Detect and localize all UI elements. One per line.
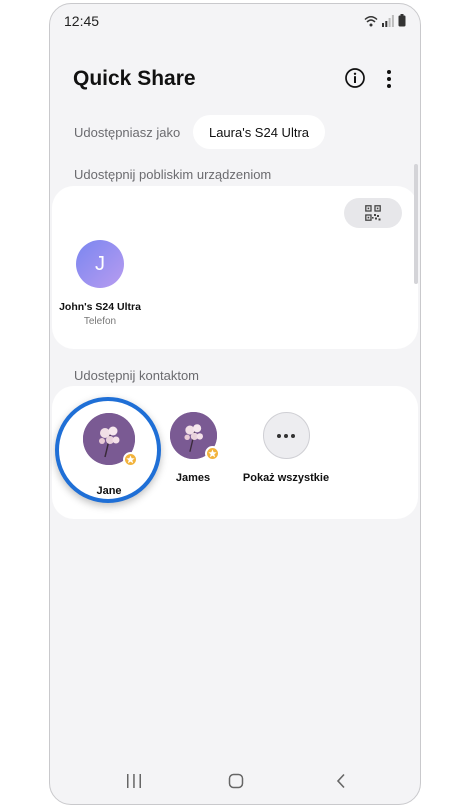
- share-as-label: Udostępniasz jako: [74, 125, 181, 140]
- back-icon[interactable]: [335, 773, 347, 789]
- star-icon: [207, 449, 217, 458]
- home-icon[interactable]: [228, 773, 244, 789]
- contact-jane[interactable]: Jane: [82, 413, 138, 497]
- contact-name: James: [175, 472, 211, 484]
- recent-apps-icon[interactable]: [126, 773, 142, 789]
- nearby-device-type: Telefon: [83, 316, 117, 327]
- contact-james[interactable]: James: [168, 412, 220, 484]
- contacts-section-label: Udostępnij kontaktom: [74, 368, 200, 383]
- info-icon: [345, 68, 365, 88]
- phone-screen: 12:45 Quick Share Udostępniasz jako Laur…: [49, 3, 421, 805]
- qr-code-button[interactable]: [344, 198, 402, 228]
- nearby-device-name: John's S24 Ultra: [59, 301, 141, 313]
- contact-avatar: [83, 413, 138, 467]
- more-horizontal-icon: [277, 433, 295, 438]
- more-vertical-icon: [387, 70, 391, 88]
- wifi-icon: [364, 16, 378, 27]
- device-name-chip[interactable]: Laura's S24 Ultra: [193, 115, 325, 149]
- contact-avatar: [169, 412, 220, 461]
- qr-code-icon: [365, 205, 381, 221]
- show-all-contacts-button[interactable]: Pokaż wszystkie: [236, 412, 336, 484]
- info-button[interactable]: [344, 67, 366, 89]
- battery-icon: [398, 14, 406, 27]
- show-all-circle: [262, 412, 310, 459]
- show-all-label: Pokaż wszystkie: [242, 472, 330, 484]
- status-time: 12:45: [64, 13, 100, 29]
- status-icons: [364, 14, 406, 27]
- nearby-devices-card: J John's S24 Ultra Telefon: [52, 186, 418, 349]
- status-bar: 12:45: [50, 4, 420, 38]
- more-options-button[interactable]: [380, 67, 398, 91]
- device-avatar: J: [76, 240, 124, 288]
- page-title: Quick Share: [73, 67, 196, 90]
- nearby-device-item[interactable]: J John's S24 Ultra Telefon: [58, 240, 142, 327]
- favorite-badge: [204, 446, 220, 461]
- navigation-bar: [50, 760, 420, 804]
- star-icon: [126, 455, 135, 464]
- signal-icon: [382, 15, 394, 27]
- scrollbar[interactable]: [414, 164, 418, 284]
- contact-name: Jane: [96, 485, 122, 497]
- favorite-badge: [123, 452, 138, 467]
- nearby-section-label: Udostępnij pobliskim urządzeniom: [74, 167, 272, 182]
